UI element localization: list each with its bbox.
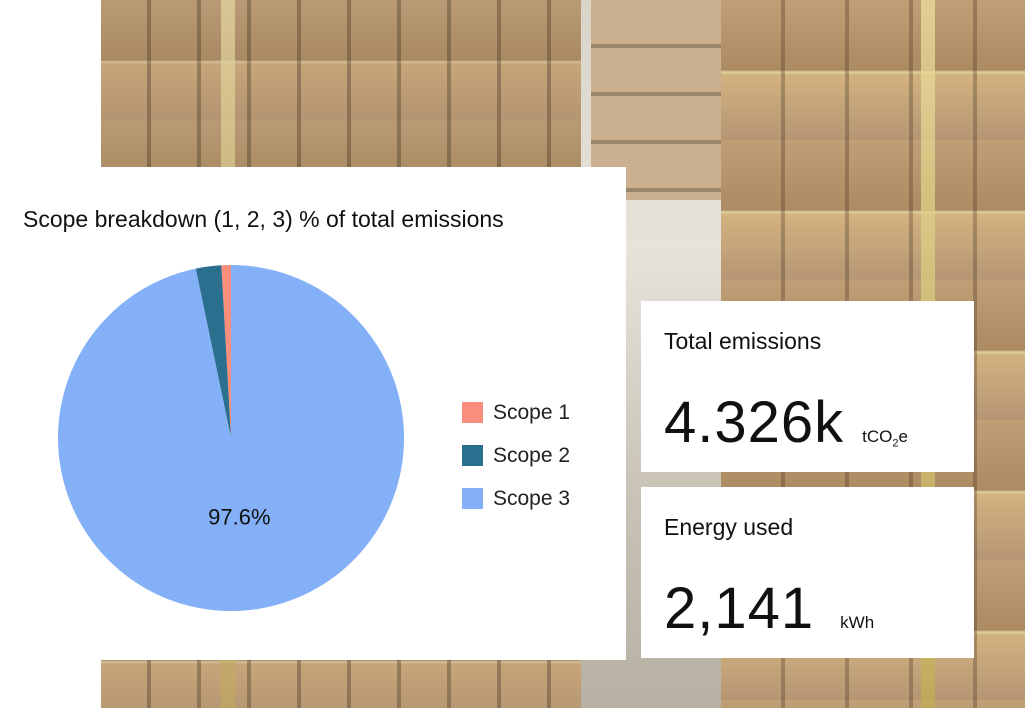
chart-legend: Scope 1 Scope 2 Scope 3 bbox=[462, 391, 570, 520]
legend-swatch bbox=[462, 445, 483, 466]
energy-used-unit: kWh bbox=[840, 613, 875, 632]
pie-slices bbox=[58, 265, 405, 611]
total-emissions-value: 4.326k bbox=[664, 390, 845, 455]
total-emissions-unit-main: tCO bbox=[862, 427, 893, 446]
energy-used-value-row: 2,141 kWh bbox=[664, 575, 874, 642]
legend-label: Scope 3 bbox=[493, 486, 571, 510]
pie-slice-scope-3 bbox=[58, 265, 405, 611]
legend-swatch bbox=[462, 488, 483, 509]
pie-slice-label-scope-3: 97.6% bbox=[208, 505, 270, 530]
legend-item-scope-2: Scope 2 bbox=[462, 434, 570, 477]
legend-item-scope-3: Scope 3 bbox=[462, 477, 570, 520]
scope-breakdown-card: Scope breakdown (1, 2, 3) % of total emi… bbox=[0, 167, 626, 660]
total-emissions-value-row: 4.326k tCO2e bbox=[664, 389, 908, 456]
energy-used-value: 2,141 bbox=[664, 576, 815, 641]
legend-swatch bbox=[462, 402, 483, 423]
total-emissions-unit-tail: e bbox=[898, 427, 908, 446]
total-emissions-title: Total emissions bbox=[664, 328, 822, 354]
legend-label: Scope 2 bbox=[493, 443, 571, 467]
energy-used-card: Energy used 2,141 kWh bbox=[641, 487, 974, 658]
pie-labels: 97.6% bbox=[208, 505, 270, 530]
legend-item-scope-1: Scope 1 bbox=[462, 391, 570, 434]
total-emissions-unit: tCO2e bbox=[862, 427, 908, 449]
energy-used-title: Energy used bbox=[664, 514, 794, 540]
legend-label: Scope 1 bbox=[493, 400, 571, 424]
total-emissions-card: Total emissions 4.326k tCO2e bbox=[641, 301, 974, 472]
